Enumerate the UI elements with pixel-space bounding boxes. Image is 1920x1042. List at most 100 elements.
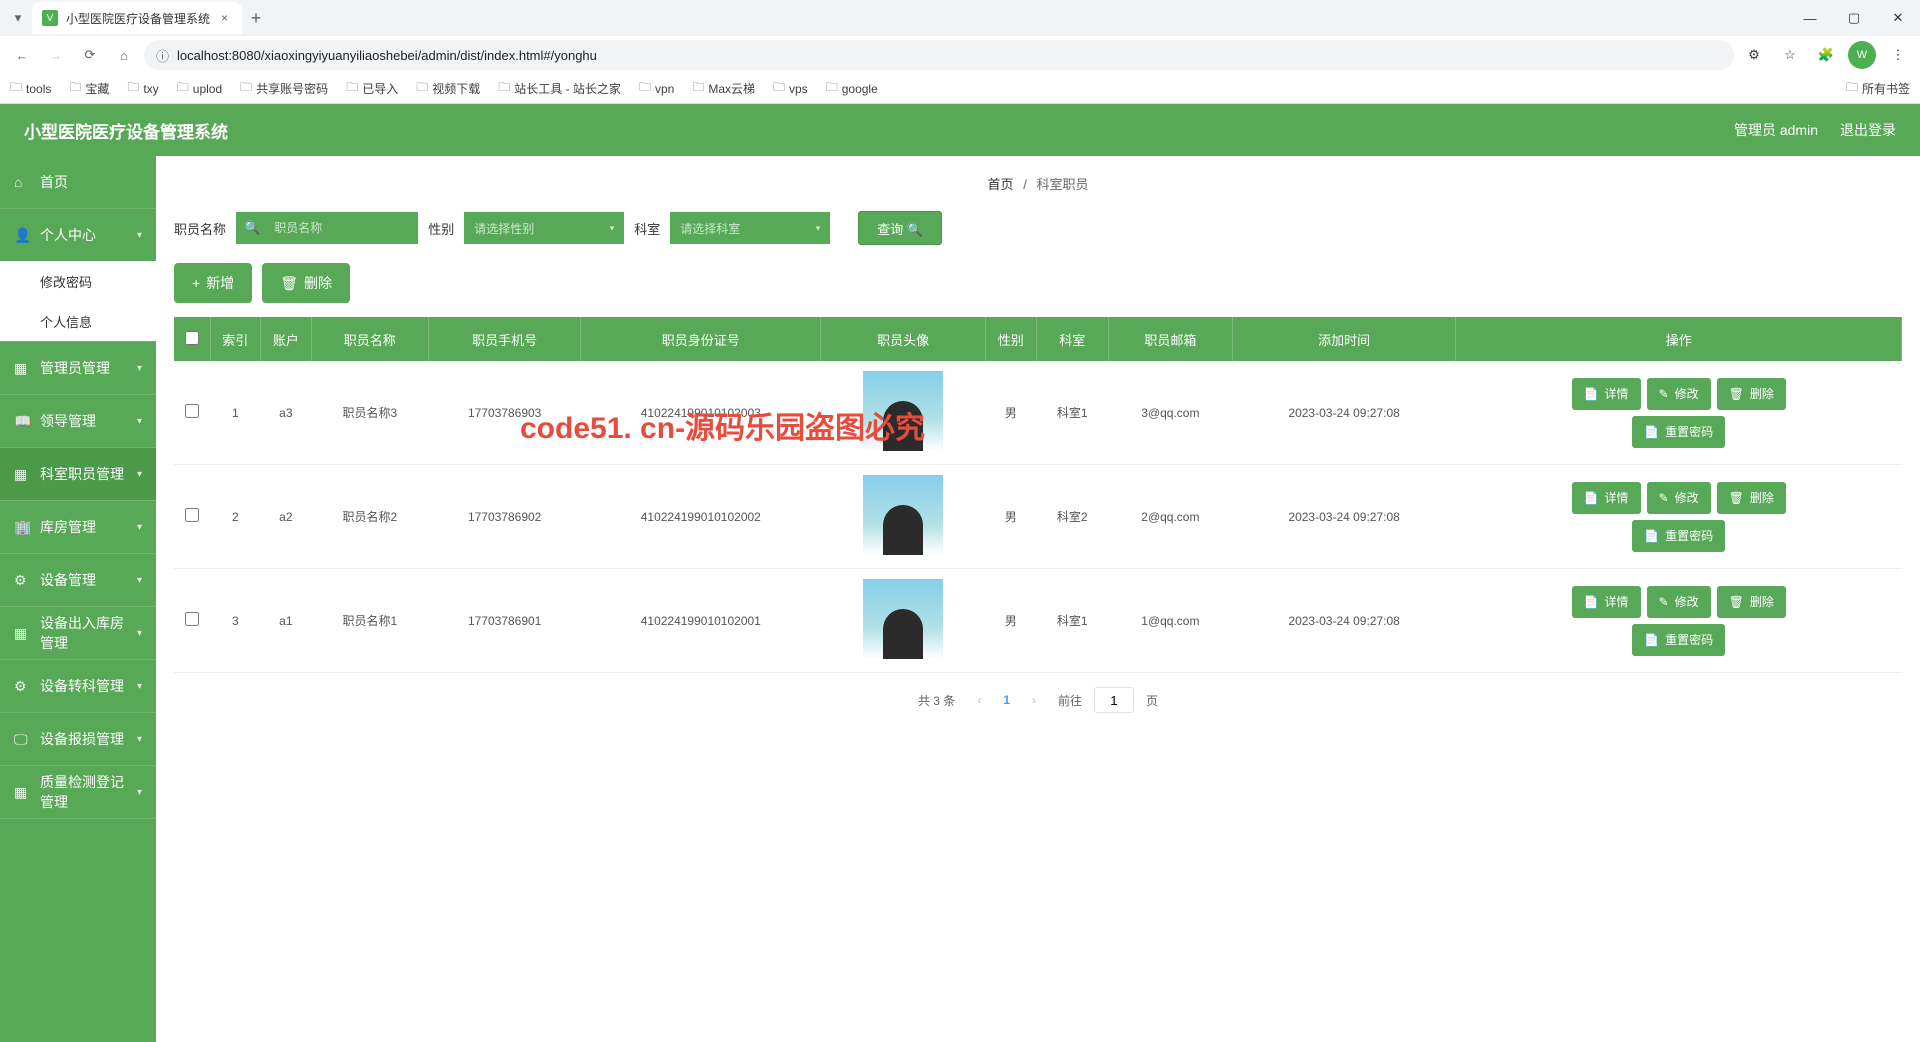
- sidebar-item-inout[interactable]: ▦设备出入库房管理▾: [0, 607, 156, 659]
- col-header: 职员头像: [821, 317, 986, 361]
- gender-select[interactable]: 请选择性别 ▾: [464, 212, 624, 244]
- sidebar-item-admin[interactable]: ▦管理员管理▾: [0, 342, 156, 394]
- bookmark-item[interactable]: 🗀uplod: [177, 78, 222, 99]
- address-bar: ← → ⟳ ⌂ ⓘ localhost:8080/xiaoxingyiyuany…: [0, 36, 1920, 74]
- row-detail-button[interactable]: 📄详情: [1572, 378, 1641, 410]
- window-controls: — ▢ ✕: [1788, 0, 1920, 36]
- trash-icon: 🗑: [1729, 491, 1744, 505]
- name-input[interactable]: [266, 214, 416, 242]
- col-header: 职员身份证号: [581, 317, 821, 361]
- cell-name: 职员名称3: [311, 361, 428, 465]
- home-icon[interactable]: ⌂: [110, 41, 138, 69]
- bookmark-item[interactable]: 🗀vpn: [639, 78, 674, 99]
- sidebar-sub-profile[interactable]: 个人信息: [0, 301, 156, 341]
- row-reset-button[interactable]: 📄重置密码: [1632, 520, 1725, 552]
- row-checkbox[interactable]: [185, 404, 199, 418]
- folder-icon: 🗀: [127, 78, 139, 99]
- all-bookmarks[interactable]: 🗀所有书签: [1846, 78, 1910, 99]
- row-delete-button[interactable]: 🗑删除: [1717, 378, 1786, 410]
- sidebar-item-quality[interactable]: ▦质量检测登记管理▾: [0, 766, 156, 818]
- cell-time: 2023-03-24 09:27:08: [1232, 569, 1456, 673]
- reload-icon[interactable]: ⟳: [76, 41, 104, 69]
- bookmark-item[interactable]: 🗀tools: [10, 78, 51, 99]
- sidebar-sub-changepw[interactable]: 修改密码: [0, 261, 156, 301]
- row-reset-button[interactable]: 📄重置密码: [1632, 624, 1725, 656]
- bookmark-item[interactable]: 🗀txy: [127, 78, 158, 99]
- add-button[interactable]: +新增: [174, 263, 252, 303]
- url-input[interactable]: ⓘ localhost:8080/xiaoxingyiyuanyiliaoshe…: [144, 40, 1734, 70]
- back-icon[interactable]: ←: [8, 41, 36, 69]
- bookmark-item[interactable]: 🗀已导入: [346, 78, 398, 99]
- row-edit-button[interactable]: ✎修改: [1647, 586, 1711, 618]
- close-window-icon[interactable]: ✕: [1876, 0, 1920, 36]
- browser-tab[interactable]: V 小型医院医疗设备管理系统 ×: [32, 2, 242, 34]
- page-number[interactable]: 1: [1003, 693, 1010, 707]
- sidebar: ⌂首页 👤个人中心▾ 修改密码 个人信息 ▦管理员管理▾ 📖领导管理▾ ▦科室职…: [0, 156, 156, 1042]
- row-checkbox[interactable]: [185, 612, 199, 626]
- tab-search-icon[interactable]: ▾: [8, 10, 28, 26]
- next-page-icon[interactable]: ›: [1022, 688, 1046, 712]
- goto-page-input[interactable]: [1094, 687, 1134, 713]
- action-bar: +新增 🗑删除: [174, 263, 1902, 303]
- logout-button[interactable]: 退出登录: [1840, 120, 1896, 140]
- avatar-image: [863, 475, 943, 555]
- user-label[interactable]: 管理员 admin: [1734, 120, 1818, 140]
- tab-close-icon[interactable]: ×: [217, 11, 232, 25]
- sidebar-item-leader[interactable]: 📖领导管理▾: [0, 395, 156, 447]
- pencil-icon: ✎: [1659, 491, 1669, 505]
- bookmark-star-icon[interactable]: ☆: [1776, 41, 1804, 69]
- row-detail-button[interactable]: 📄详情: [1572, 482, 1641, 514]
- table-row: 1a3职员名称317703786903410224199010102003男科室…: [174, 361, 1902, 465]
- dept-select[interactable]: 请选择科室 ▾: [670, 212, 830, 244]
- row-delete-button[interactable]: 🗑删除: [1717, 586, 1786, 618]
- row-detail-button[interactable]: 📄详情: [1572, 586, 1641, 618]
- bookmark-item[interactable]: 🗀视频下载: [416, 78, 480, 99]
- cell-time: 2023-03-24 09:27:08: [1232, 361, 1456, 465]
- new-tab-button[interactable]: +: [242, 8, 270, 29]
- bookmark-item[interactable]: 🗀站长工具 - 站长之家: [498, 78, 621, 99]
- sidebar-item-transfer[interactable]: ⚙设备转科管理▾: [0, 660, 156, 712]
- extensions-icon[interactable]: 🧩: [1812, 41, 1840, 69]
- site-info-icon[interactable]: ⓘ: [156, 46, 169, 65]
- sidebar-item-device[interactable]: ⚙设备管理▾: [0, 554, 156, 606]
- plus-icon: +: [192, 275, 200, 291]
- doc-icon: 📄: [1584, 387, 1599, 401]
- bookmark-item[interactable]: 🗀google: [826, 78, 878, 99]
- sidebar-item-dept-staff[interactable]: ▦科室职员管理▾: [0, 448, 156, 500]
- bookmark-item[interactable]: 🗀Max云梯: [692, 78, 755, 99]
- sidebar-item-home[interactable]: ⌂首页: [0, 156, 156, 208]
- row-checkbox[interactable]: [185, 508, 199, 522]
- sidebar-item-storeroom[interactable]: 🏢库房管理▾: [0, 501, 156, 553]
- sidebar-item-damage[interactable]: 🖵设备报损管理▾: [0, 713, 156, 765]
- row-reset-button[interactable]: 📄重置密码: [1632, 416, 1725, 448]
- row-edit-button[interactable]: ✎修改: [1647, 378, 1711, 410]
- maximize-icon[interactable]: ▢: [1832, 0, 1876, 36]
- row-edit-button[interactable]: ✎修改: [1647, 482, 1711, 514]
- prev-page-icon[interactable]: ‹: [967, 688, 991, 712]
- sidebar-item-personal[interactable]: 👤个人中心▾: [0, 209, 156, 261]
- select-all-checkbox[interactable]: [185, 331, 199, 345]
- row-delete-button[interactable]: 🗑删除: [1717, 482, 1786, 514]
- forward-icon[interactable]: →: [42, 41, 70, 69]
- bookmark-item[interactable]: 🗀共享账号密码: [240, 78, 328, 99]
- bookmark-item[interactable]: 🗀vps: [773, 78, 808, 99]
- tab-bar: ▾ V 小型医院医疗设备管理系统 × + — ▢ ✕: [0, 0, 1920, 36]
- cell-dept: 科室2: [1036, 465, 1108, 569]
- translate-icon[interactable]: ⚙: [1740, 41, 1768, 69]
- folder-icon: 🗀: [826, 78, 838, 99]
- minimize-icon[interactable]: —: [1788, 0, 1832, 36]
- cell-avatar: [821, 569, 986, 673]
- user-icon: 👤: [14, 227, 32, 244]
- cell-dept: 科室1: [1036, 569, 1108, 673]
- cell-idx: 3: [210, 569, 261, 673]
- bookmark-item[interactable]: 🗀宝藏: [69, 78, 109, 99]
- search-button[interactable]: 查询 🔍: [858, 211, 942, 245]
- trash-icon: 🗑: [1729, 595, 1744, 609]
- profile-avatar[interactable]: W: [1848, 41, 1876, 69]
- breadcrumb-home[interactable]: 首页: [988, 177, 1014, 192]
- chevron-down-icon: ▾: [137, 363, 142, 374]
- kebab-menu-icon[interactable]: ⋮: [1884, 41, 1912, 69]
- avatar-image: [863, 371, 943, 451]
- doc-icon: 📄: [1584, 595, 1599, 609]
- delete-button[interactable]: 🗑删除: [262, 263, 350, 303]
